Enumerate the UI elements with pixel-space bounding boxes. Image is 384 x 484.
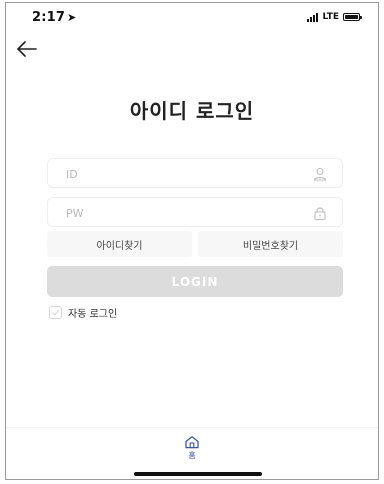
user-icon [313,167,327,181]
find-password-button[interactable]: 비밀번호찾기 [198,231,343,257]
pw-field[interactable] [47,197,343,228]
tab-home-label: 홈 [188,451,196,460]
lock-icon [314,207,326,221]
battery-icon [343,13,362,21]
auto-login-checkbox[interactable] [49,306,62,319]
find-id-button[interactable]: 아이디찾기 [47,231,192,257]
status-time: 2:17 ➤ [32,10,77,25]
login-button[interactable]: LOGIN [47,266,343,297]
id-input[interactable] [64,159,298,189]
phone-screen: 2:17➤ LTE 아이디 로그인 아이디찾기 [5,2,379,480]
pw-input[interactable] [64,198,298,228]
bottom-tab-bar: 홈 [6,427,378,479]
status-indicators: LTE [307,12,362,22]
signal-bars-icon [307,12,319,22]
check-icon [51,309,60,316]
back-button[interactable] [16,39,42,61]
home-indicator [134,472,262,476]
status-time-text: 2:17 [32,10,66,25]
home-icon [185,436,199,449]
page-title: 아이디 로그인 [129,99,255,123]
auto-login-toggle[interactable]: 자동 로그인 [49,305,117,320]
status-bar: 2:17 ➤ LTE [6,3,378,33]
auto-login-label: 자동 로그인 [68,309,118,320]
find-account-row: 아이디찾기 비밀번호찾기 [47,231,343,257]
location-arrow-icon: ➤ [67,11,77,24]
arrow-left-icon [17,41,37,57]
id-field[interactable] [47,158,343,189]
network-type: LTE [322,12,339,22]
tab-home[interactable]: 홈 [184,435,200,461]
